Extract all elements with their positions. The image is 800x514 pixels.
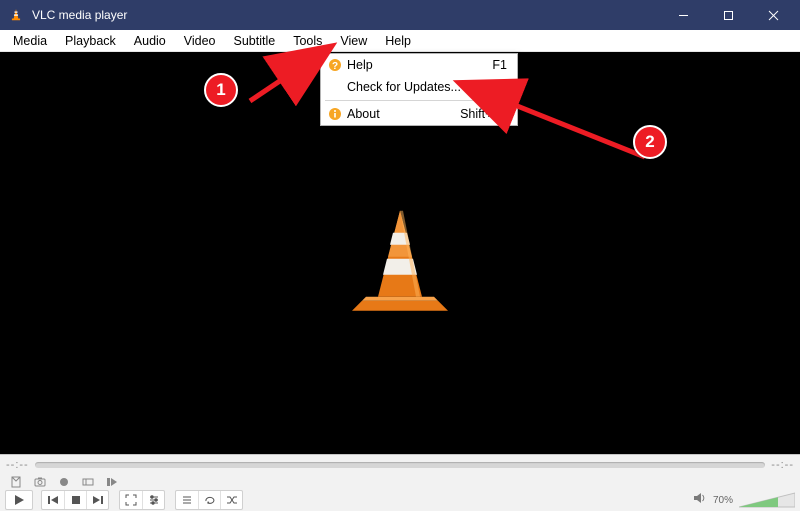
help-menu-item-check-updates[interactable]: Check for Updates... — [321, 76, 517, 98]
help-menu-shortcut: F1 — [492, 58, 507, 72]
menu-separator — [325, 100, 513, 101]
playlist-button[interactable] — [176, 491, 198, 509]
minimize-button[interactable] — [661, 0, 706, 30]
help-menu-label: Help — [345, 58, 492, 72]
playlist-group — [175, 490, 243, 510]
secondary-button-row — [0, 473, 800, 491]
record-icon[interactable] — [53, 473, 75, 491]
snapshot-icon[interactable] — [29, 473, 51, 491]
speaker-icon[interactable] — [693, 491, 707, 509]
menu-help[interactable]: Help — [376, 32, 420, 50]
extended-settings-button[interactable] — [142, 491, 164, 509]
menu-playback[interactable]: Playback — [56, 32, 125, 50]
menubar: Media Playback Audio Video Subtitle Tool… — [0, 30, 800, 52]
maximize-button[interactable] — [706, 0, 751, 30]
next-button[interactable] — [86, 491, 108, 509]
window-title: VLC media player — [32, 8, 127, 22]
control-bar: --:-- --:-- — [0, 454, 800, 511]
menu-tools[interactable]: Tools — [284, 32, 331, 50]
volume-area: 70% — [693, 491, 795, 509]
vlc-cone-icon — [8, 7, 24, 23]
menu-media[interactable]: Media — [4, 32, 56, 50]
vlc-logo — [340, 197, 460, 322]
menu-view[interactable]: View — [331, 32, 376, 50]
help-dropdown: ? Help F1 Check for Updates... About Shi… — [320, 53, 518, 126]
about-shortcut: Shift+F1 — [460, 107, 507, 121]
time-total: --:-- — [771, 459, 794, 471]
volume-slider[interactable] — [739, 491, 795, 509]
time-elapsed: --:-- — [6, 459, 29, 471]
ab-loop-icon[interactable] — [77, 473, 99, 491]
svg-text:?: ? — [332, 61, 338, 72]
about-label: About — [345, 107, 460, 121]
view-group — [119, 490, 165, 510]
loop-button[interactable] — [198, 491, 220, 509]
help-icon: ? — [325, 58, 345, 72]
seek-row: --:-- --:-- — [0, 455, 800, 473]
play-button[interactable] — [5, 490, 33, 510]
check-updates-label: Check for Updates... — [345, 80, 507, 94]
menu-audio[interactable]: Audio — [125, 32, 175, 50]
frame-step-icon[interactable] — [101, 473, 123, 491]
previous-button[interactable] — [42, 491, 64, 509]
close-button[interactable] — [751, 0, 796, 30]
stop-button[interactable] — [64, 491, 86, 509]
shuffle-button[interactable] — [220, 491, 242, 509]
primary-button-row: 70% — [0, 491, 800, 509]
help-menu-item-about[interactable]: About Shift+F1 — [321, 103, 517, 125]
seek-slider[interactable] — [35, 462, 766, 468]
transport-group — [41, 490, 109, 510]
info-icon — [325, 107, 345, 121]
help-menu-item-help[interactable]: ? Help F1 — [321, 54, 517, 76]
bookmark-icon[interactable] — [5, 473, 27, 491]
fullscreen-button[interactable] — [120, 491, 142, 509]
menu-video[interactable]: Video — [175, 32, 225, 50]
titlebar: VLC media player — [0, 0, 800, 30]
menu-subtitle[interactable]: Subtitle — [225, 32, 285, 50]
volume-percent: 70% — [713, 495, 733, 506]
